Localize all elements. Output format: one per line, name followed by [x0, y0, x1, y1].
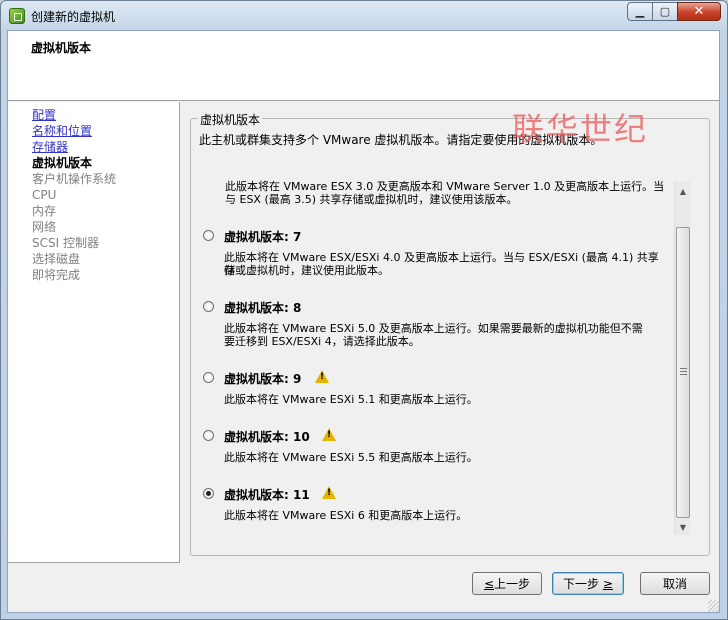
partial-option-desc-line1: 此版本将在 VMware ESX 3.0 及更高版本和 VMware Serve…	[225, 180, 665, 193]
scroll-up-icon[interactable]: ▲	[675, 183, 691, 199]
partial-option-desc-line2: 与 ESX (最高 3.5) 共享存储或虚拟机时，建议使用该版本。	[225, 193, 518, 206]
sidebar-item-select-disk: 选择磁盘	[32, 252, 81, 266]
next-button[interactable]: 下一步 ≥	[552, 572, 624, 595]
sidebar-item-network: 网络	[32, 220, 57, 234]
sidebar-item-storage[interactable]: 存储器	[32, 139, 68, 155]
radio-vm-version-9[interactable]	[203, 372, 214, 383]
grip-icon	[680, 368, 687, 375]
option-desc-8-line2: 要迁移到 ESX/ESXi 4，请选择此版本。	[224, 335, 420, 348]
warning-icon	[315, 370, 329, 383]
maximize-icon: ▢	[659, 5, 671, 18]
option-desc-8-line1: 此版本将在 VMware ESXi 5.0 及更高版本上运行。如果需要最新的虚拟…	[224, 322, 643, 335]
radio-vm-version-10[interactable]	[203, 430, 214, 441]
scroll-down-icon[interactable]: ▼	[675, 519, 691, 535]
radio-vm-version-7[interactable]	[203, 230, 214, 241]
options-vertical-scrollbar[interactable]: ▲ ▼	[674, 181, 690, 535]
warning-icon	[322, 428, 336, 441]
sidebar-item-memory: 内存	[32, 204, 57, 218]
back-mnemonic: ≤	[483, 576, 495, 591]
sidebar-item-name-location[interactable]: 名称和位置	[32, 123, 92, 139]
next-label: 下一步	[563, 577, 600, 591]
option-desc-7-line2: 储或虚拟机时，建议使用此版本。	[224, 264, 389, 277]
close-button[interactable]: ✕	[677, 2, 721, 21]
radio-vm-version-11[interactable]	[203, 488, 214, 499]
window-title: 创建新的虚拟机	[31, 10, 116, 24]
option-label-vm-version-8[interactable]: 虚拟机版本: 8	[224, 299, 301, 316]
sidebar-item-vm-version: 虚拟机版本	[32, 156, 93, 170]
sidebar-item-scsi-controller: SCSI 控制器	[32, 236, 99, 250]
option-label-vm-version-9[interactable]: 虚拟机版本: 9	[224, 370, 301, 387]
minimize-button[interactable]: ▁	[627, 2, 653, 21]
page-title: 虚拟机版本	[31, 41, 92, 55]
cancel-button[interactable]: 取消	[640, 572, 710, 595]
wizard-header: 虚拟机版本	[8, 31, 719, 101]
radio-vm-version-8[interactable]	[203, 301, 214, 312]
minimize-icon: ▁	[635, 5, 645, 18]
option-desc-11-line1: 此版本将在 VMware ESXi 6 和更高版本上运行。	[224, 509, 468, 522]
next-mnemonic: ≥	[602, 576, 613, 591]
window-controls: ▁ ▢ ✕	[627, 2, 721, 21]
title-bar[interactable]: 创建新的虚拟机 ▁ ▢ ✕	[1, 1, 727, 31]
option-label-vm-version-7[interactable]: 虚拟机版本: 7	[224, 228, 301, 245]
sidebar-item-guest-os: 客户机操作系统	[32, 172, 117, 186]
sidebar-item-cpu: CPU	[32, 188, 57, 202]
wizard-steps-sidebar: 配置 名称和位置 存储器 虚拟机版本 客户机操作系统 CPU 内存 网络 SCS…	[8, 102, 180, 563]
scrollbar-thumb[interactable]	[676, 227, 690, 518]
version-options-list[interactable]: 此版本将在 VMware ESX 3.0 及更高版本和 VMware Serve…	[190, 180, 690, 535]
option-label-vm-version-11[interactable]: 虚拟机版本: 11	[224, 486, 310, 503]
maximize-button[interactable]: ▢	[652, 2, 678, 21]
warning-icon	[322, 486, 336, 499]
back-label: 上一步	[494, 577, 531, 591]
close-icon: ✕	[693, 4, 705, 19]
sidebar-item-config[interactable]: 配置	[32, 107, 56, 123]
resize-grip-icon[interactable]	[708, 600, 720, 612]
watermark: 联华世纪	[512, 110, 649, 148]
option-label-vm-version-10[interactable]: 虚拟机版本: 10	[224, 428, 310, 445]
sidebar-item-ready-to-complete: 即将完成	[32, 268, 81, 282]
vsphere-app-icon	[9, 8, 25, 24]
back-button[interactable]: ≤ 上一步	[472, 572, 542, 595]
option-desc-9-line1: 此版本将在 VMware ESXi 5.1 和更高版本上运行。	[224, 393, 478, 406]
group-title: 虚拟机版本	[198, 111, 263, 128]
option-desc-10-line1: 此版本将在 VMware ESXi 5.5 和更高版本上运行。	[224, 451, 478, 464]
